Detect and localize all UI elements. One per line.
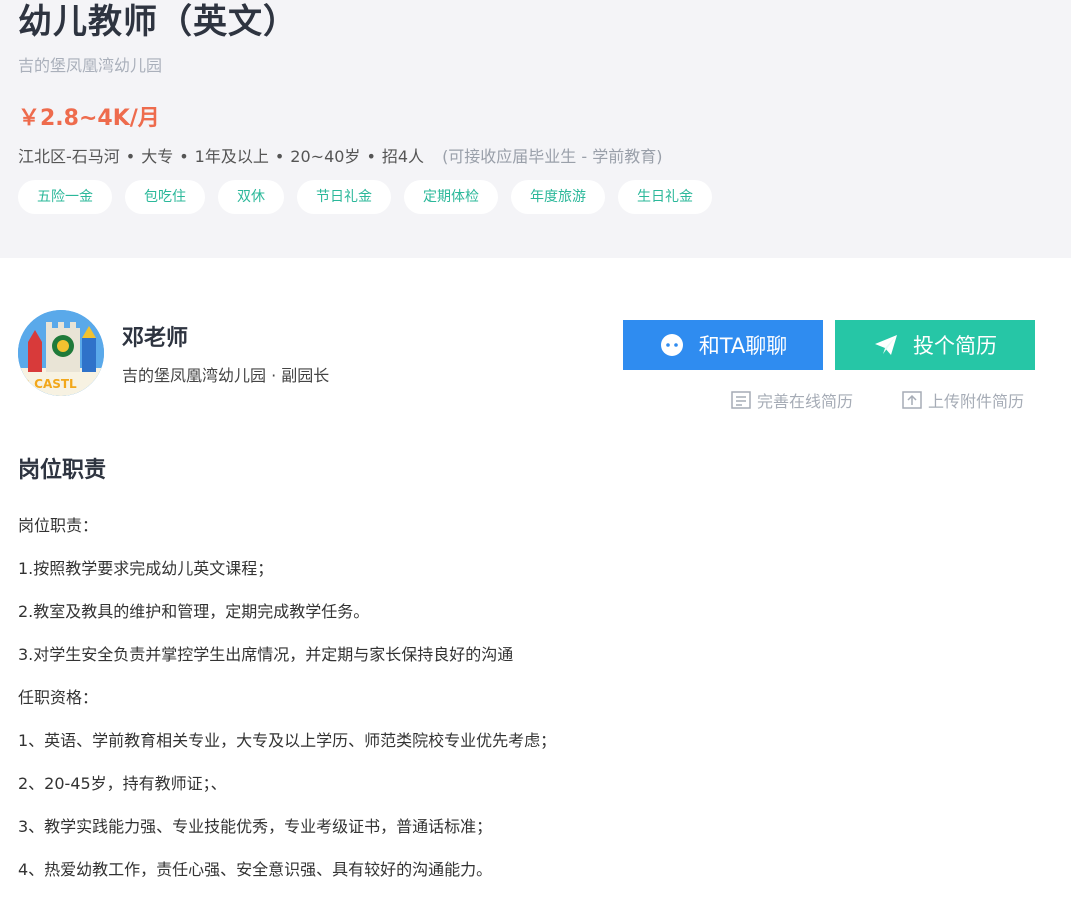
req-extra: (可接收应届毕业生 - 学前教育) xyxy=(442,147,663,166)
description-line: 3、教学实践能力强、专业技能优秀，专业考级证书，普通话标准； xyxy=(18,817,493,836)
send-resume-label: 投个简历 xyxy=(913,334,997,358)
description-line: 岗位职责： xyxy=(18,516,99,535)
benefit-tag: 年度旅游 xyxy=(511,180,605,214)
description-line: 任职资格： xyxy=(18,688,99,707)
dot-separator: • xyxy=(125,147,136,166)
castle-logo-icon: D CASTL xyxy=(18,310,104,396)
benefit-tag: 包吃住 xyxy=(125,180,205,214)
benefit-tag: 定期体检 xyxy=(404,180,498,214)
req-age: 20~40岁 xyxy=(290,147,361,166)
company-name[interactable]: 吉的堡凤凰湾幼儿园 xyxy=(18,52,162,76)
recruiter-name: 邓老师 xyxy=(122,326,189,351)
description-line: 1、英语、学前教育相关专业，大专及以上学历、师范类院校专业优先考虑； xyxy=(18,731,557,750)
chat-button[interactable]: 和TA聊聊 xyxy=(623,320,823,370)
req-headcount: 招4人 xyxy=(381,147,425,166)
upload-resume-label: 上传附件简历 xyxy=(928,392,1025,411)
section-title-duties: 岗位职责 xyxy=(18,458,107,483)
description-line: 3.对学生安全负责并掌控学生出席情况，并定期与家长保持良好的沟通 xyxy=(18,645,514,664)
avatar-logo-text: D CASTL xyxy=(20,377,77,391)
document-icon xyxy=(731,391,751,409)
complete-resume-label: 完善在线简历 xyxy=(757,392,854,411)
benefit-tag: 五险一金 xyxy=(18,180,112,214)
job-description: 岗位职责： 1.按照教学要求完成幼儿英文课程； 2.教室及教具的维护和管理，定期… xyxy=(18,513,1048,900)
description-line: 1.按照教学要求完成幼儿英文课程； xyxy=(18,559,274,578)
chat-bubble-icon xyxy=(660,334,683,356)
recruiter-role: 吉的堡凤凰湾幼儿园 · 副园长 xyxy=(122,366,330,385)
job-requirements: 江北区-石马河 • 大专 • 1年及以上 • 20~40岁 • 招4人 (可接收应届毕业生 - 学… xyxy=(18,143,663,167)
job-title: 幼儿教师（英文） xyxy=(18,2,298,42)
paper-plane-icon xyxy=(875,335,897,355)
description-line: 2.教室及教具的维护和管理，定期完成教学任务。 xyxy=(18,602,370,621)
req-education: 大专 xyxy=(141,147,174,166)
benefit-tag: 双休 xyxy=(218,180,284,214)
benefit-tags: 五险一金 包吃住 双休 节日礼金 定期体检 年度旅游 生日礼金 xyxy=(18,180,712,214)
benefit-tag: 节日礼金 xyxy=(297,180,391,214)
recruiter-avatar: D CASTL xyxy=(18,310,104,396)
dot-separator: • xyxy=(274,147,285,166)
upload-icon xyxy=(902,391,922,409)
req-location: 江北区-石马河 xyxy=(18,147,120,166)
chat-button-label: 和TA聊聊 xyxy=(698,334,788,358)
dot-separator: • xyxy=(366,147,376,166)
complete-resume-link[interactable]: 完善在线简历 xyxy=(731,388,853,412)
dot-separator: • xyxy=(179,147,189,166)
job-header: 幼儿教师（英文） 吉的堡凤凰湾幼儿园 ￥2.8~4K/月 江北区-石马河 • 大专 •… xyxy=(0,0,1071,258)
benefit-tag: 生日礼金 xyxy=(618,180,712,214)
upload-resume-link[interactable]: 上传附件简历 xyxy=(902,388,1024,412)
salary: ￥2.8~4K/月 xyxy=(18,106,160,131)
send-resume-button[interactable]: 投个简历 xyxy=(835,320,1035,370)
description-line: 4、热爱幼教工作，责任心强、安全意识强、具有较好的沟通能力。 xyxy=(18,860,493,879)
description-line: 2、20-45岁，持有教师证；、 xyxy=(18,774,227,793)
req-experience: 1年及以上 xyxy=(194,147,269,166)
